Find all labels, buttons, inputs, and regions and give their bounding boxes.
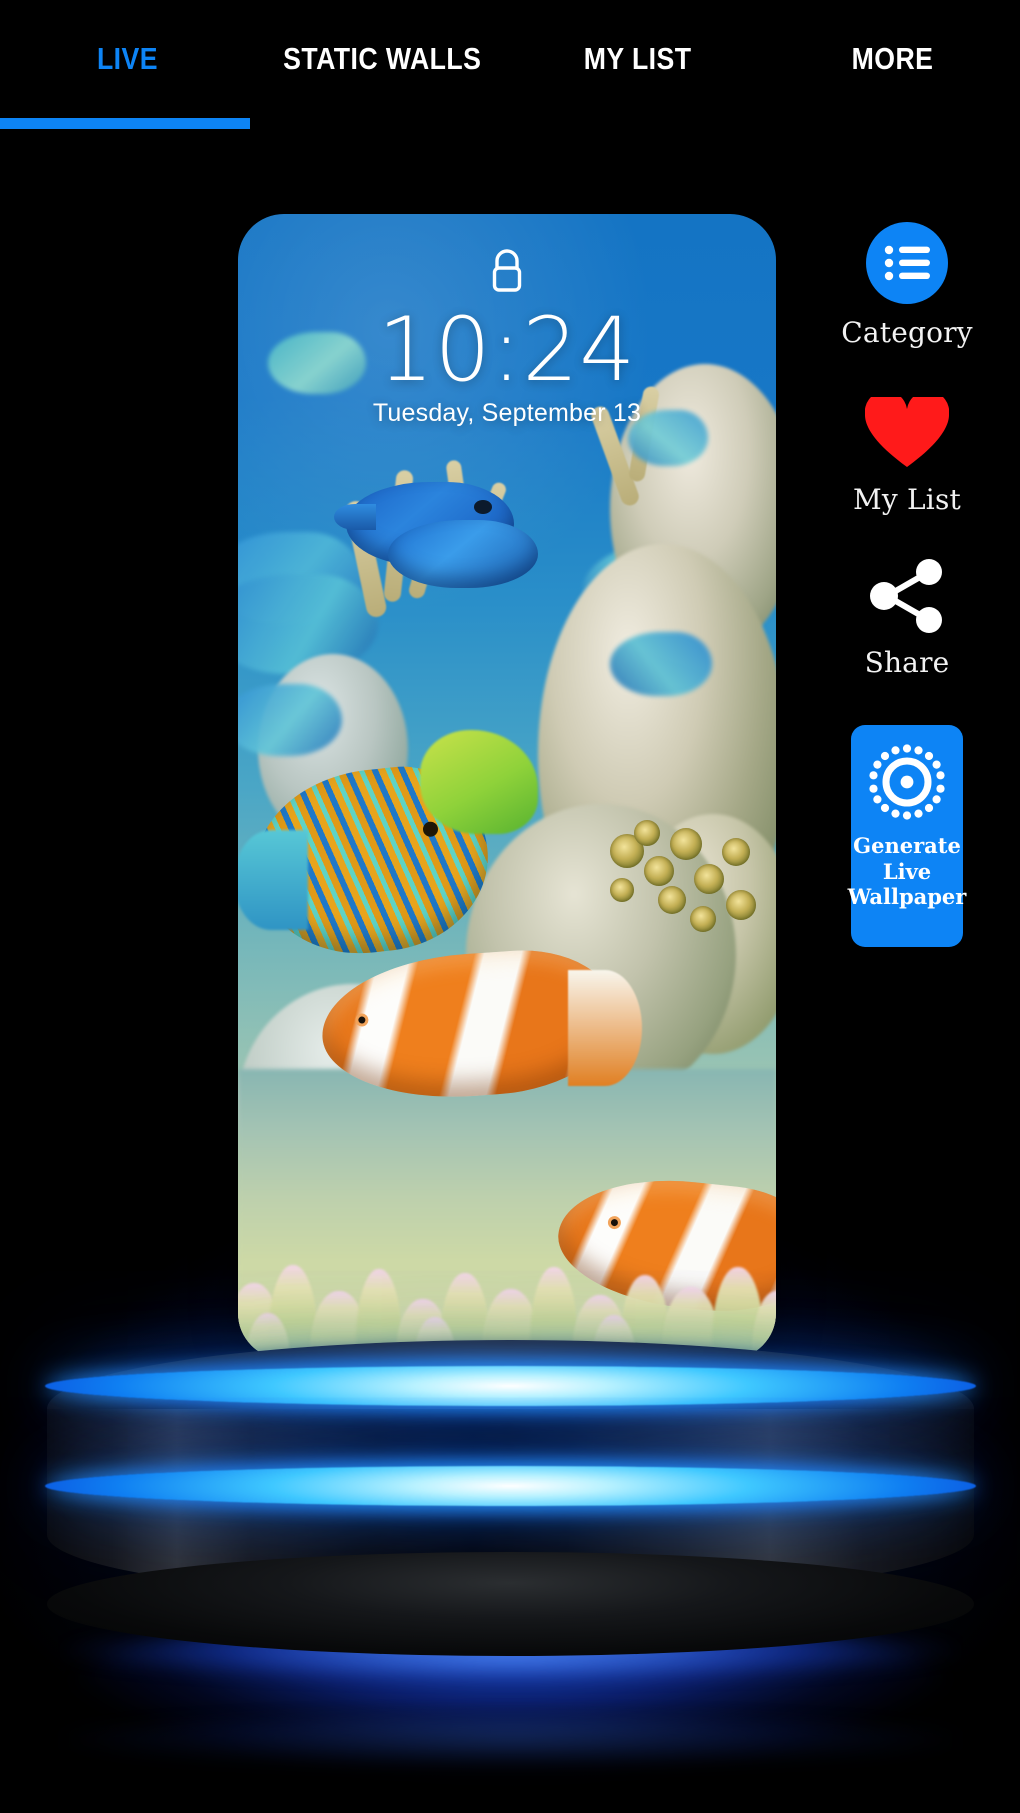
rail-label-category: Category — [841, 316, 973, 349]
active-tab-indicator — [0, 118, 250, 129]
fish-eye — [474, 500, 492, 514]
category-icon-wrap — [866, 222, 948, 304]
heart-icon — [865, 397, 949, 467]
action-rail: Category My List Share Generate Live Wal… — [812, 222, 1002, 947]
clownfish-tail — [568, 970, 642, 1086]
tab-my-list[interactable]: MY LIST — [510, 0, 765, 118]
angelfish-tail — [238, 830, 308, 930]
coral-polyp — [690, 906, 716, 932]
coral-polyp — [644, 856, 674, 886]
background-fish — [238, 684, 342, 756]
coral-polyp — [610, 878, 634, 902]
generate-label-line3: Wallpaper — [847, 884, 967, 910]
share-nodes-icon — [870, 559, 942, 633]
top-tab-bar: LIVE STATIC WALLS MY LIST MORE — [0, 0, 1020, 129]
tab-live[interactable]: LIVE — [0, 0, 255, 118]
pedestal-neon-ring — [45, 1366, 976, 1406]
generate-label-line1: Generate — [853, 833, 961, 858]
tab-more[interactable]: MORE — [765, 0, 1020, 118]
rail-label-share: Share — [864, 646, 950, 679]
generate-label-line2: Live — [882, 858, 932, 884]
anemone-bed — [238, 1209, 776, 1359]
fish-tail — [334, 504, 376, 530]
coral-polyp — [670, 828, 702, 860]
list-bullets-icon — [866, 222, 948, 304]
reflection-ring — [58, 1718, 963, 1762]
blue-tang-fish — [388, 520, 538, 588]
rail-item-share[interactable]: Share — [865, 558, 950, 679]
rail-item-my-list[interactable]: My List — [853, 397, 961, 516]
background-fish — [610, 632, 712, 696]
radial-target-icon — [869, 744, 945, 820]
coral-polyp — [634, 820, 660, 846]
tab-live-label: LIVE — [97, 41, 158, 76]
coral-polyp — [722, 838, 750, 866]
wallpaper-preview-phone[interactable]: 10:24 Tuesday, September 13 — [238, 214, 776, 1359]
live-wallpaper-screen: LIVE STATIC WALLS MY LIST MORE 10:24 Tue… — [0, 0, 1020, 1813]
rail-item-category[interactable]: Category — [841, 222, 973, 349]
fish-eye — [422, 820, 439, 838]
coral-polyp — [726, 890, 756, 920]
tab-more-label: MORE — [851, 41, 934, 76]
fish-eye — [354, 1013, 369, 1027]
pedestal-neon-ring — [45, 1466, 976, 1506]
generate-button-label: Generate Live Wallpaper — [848, 833, 967, 910]
lock-icon — [238, 247, 776, 295]
generate-live-wallpaper-button[interactable]: Generate Live Wallpaper — [848, 725, 966, 947]
share-icon-wrap — [865, 558, 949, 634]
lockscreen-overlay: 10:24 Tuesday, September 13 — [238, 214, 776, 428]
coral-polyp — [658, 886, 686, 914]
tab-static-walls[interactable]: STATIC WALLS — [255, 0, 510, 118]
tab-my-list-label: MY LIST — [583, 41, 692, 76]
display-pedestal — [45, 1340, 976, 1670]
coral-polyp — [694, 864, 724, 894]
my-list-icon-wrap — [865, 397, 949, 471]
lockscreen-date: Tuesday, September 13 — [372, 399, 642, 428]
lockscreen-time: 10:24 — [377, 298, 637, 401]
pedestal-base-lip — [47, 1552, 974, 1656]
tab-static-walls-label: STATIC WALLS — [283, 41, 482, 76]
rail-label-my-list: My List — [853, 483, 961, 516]
